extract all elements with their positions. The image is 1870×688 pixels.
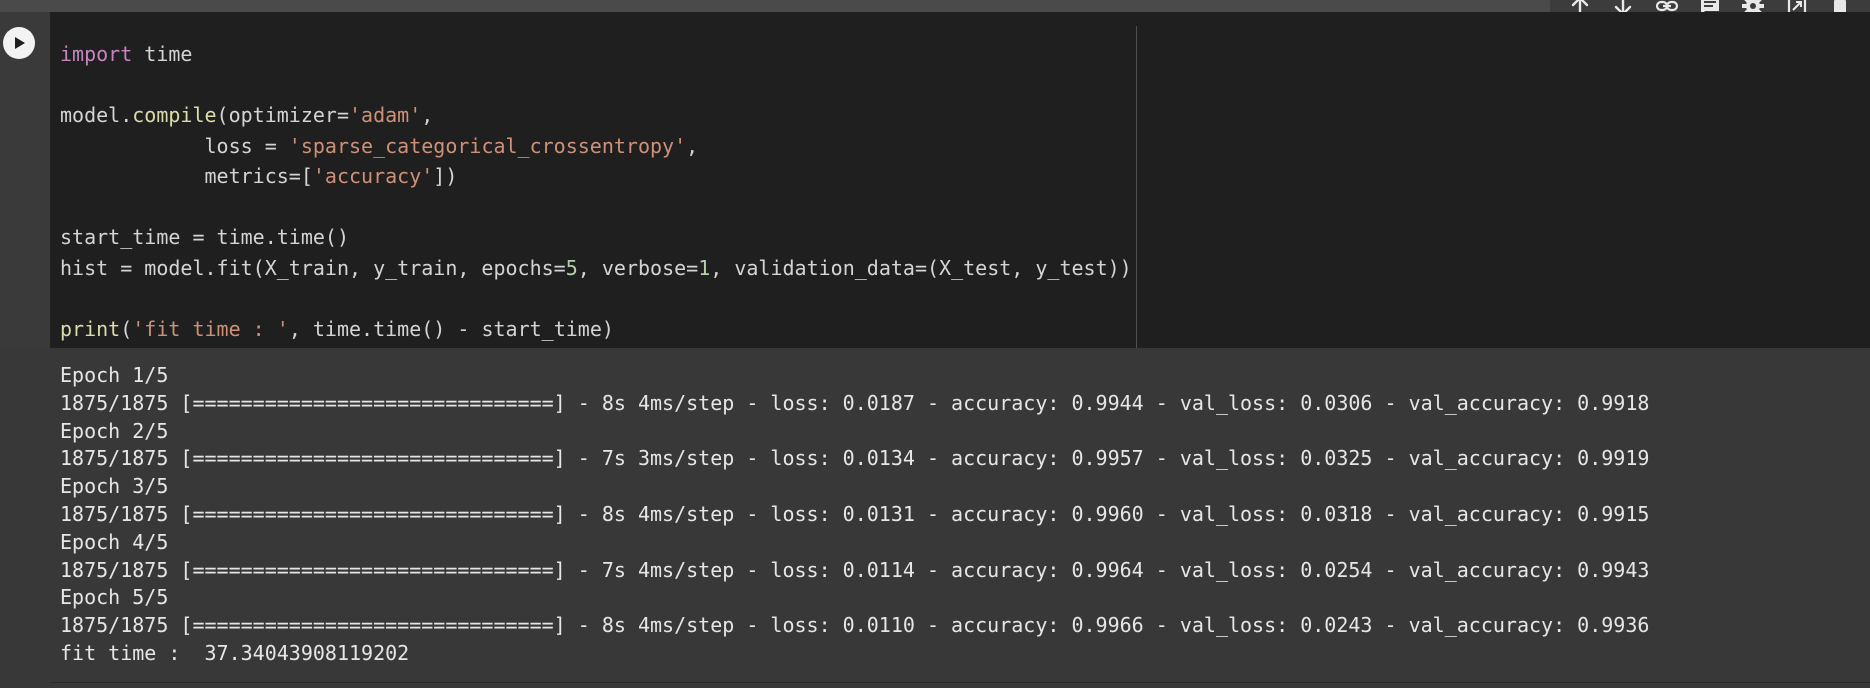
code-token: (optimizer= [216,103,349,127]
code-token: model. [60,103,133,127]
code-token: 'fit time : ' [132,316,289,341]
code-line: loss = 'sparse_categorical_crossentropy'… [60,134,698,158]
cell-output: Epoch 1/5 1875/1875 [====================… [0,348,1870,688]
code-token: print [60,316,121,341]
code-token: loss = [60,133,289,158]
run-cell-button[interactable] [3,27,35,59]
epoch-progress-line: 1875/1875 [=============================… [60,613,1650,638]
cell-gutter [0,12,50,348]
code-token: hist = model.fit(X_train, y_train, epoch… [60,255,566,280]
code-line: start_time = time.time() [60,225,349,249]
line-length-ruler [1136,26,1137,348]
code-token: 'adam' [349,103,422,127]
epoch-progress-line: 1875/1875 [=============================… [60,446,1650,471]
epoch-header-line: Epoch 2/5 [60,418,169,443]
code-token: , [421,103,434,127]
epoch-header-line: Epoch 5/5 [60,585,169,610]
code-token: 5 [565,255,578,280]
code-token: ]) [433,164,458,188]
code-line: model.compile(optimizer='adam', [60,103,433,127]
epoch-progress-line: 1875/1875 [=============================… [60,502,1650,526]
cell-bottom-divider [50,682,1870,683]
code-token: 'accuracy' [312,164,434,188]
play-icon [15,37,25,49]
code-line: print('fit time : ', time.time() - start… [60,317,614,341]
code-line: metrics=['accuracy']) [60,164,457,188]
epoch-header-line: Epoch 4/5 [60,529,169,554]
code-token: 'sparse_categorical_crossentropy' [288,133,687,158]
code-token: compile [132,103,217,127]
fit-time-line: fit time : 37.34043908119202 [60,641,410,665]
code-line: hist = model.fit(X_train, y_train, epoch… [60,256,1132,280]
code-token: , [686,133,699,158]
code-token: , validation_data=(X_test, y_test)) [710,255,1132,280]
epoch-progress-line: 1875/1875 [=============================… [60,390,1650,415]
code-token: , time.time() - start_time) [288,316,614,341]
code-token: metrics=[ [60,164,313,188]
code-token: 1 [698,255,711,280]
epoch-header-line: Epoch 1/5 [60,363,169,387]
code-token: start_time = time.time() [60,225,349,249]
code-token: import [60,42,133,66]
code-token: ( [120,316,133,341]
epoch-header-line: Epoch 3/5 [60,474,169,499]
code-editor[interactable]: import time model.compile(optimizer='adam… [50,12,1870,348]
code-token: , verbose= [577,255,699,280]
code-token: time [132,42,193,66]
epoch-progress-line: 1875/1875 [=============================… [60,557,1650,582]
code-line: import time [60,42,192,66]
